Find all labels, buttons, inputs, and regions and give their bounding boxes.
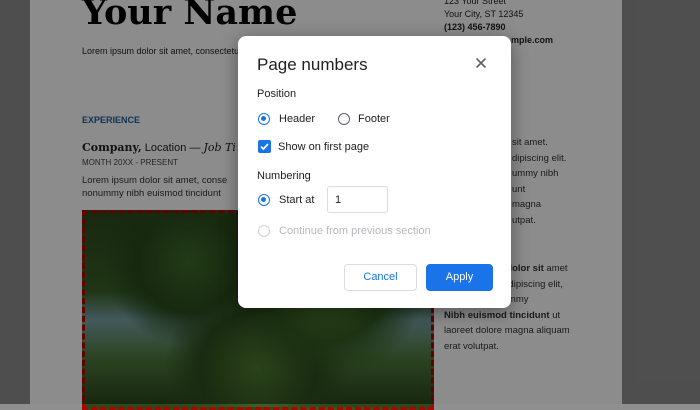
show-first-page-label[interactable]: Show on first page (278, 141, 369, 153)
checkmark-icon (260, 143, 269, 151)
cancel-button[interactable]: Cancel (344, 264, 417, 291)
position-section-label: Position (257, 88, 297, 100)
header-radio-label[interactable]: Header (279, 113, 315, 125)
start-at-label[interactable]: Start at (279, 194, 314, 206)
start-at-radio[interactable] (258, 194, 270, 206)
footer-radio[interactable] (338, 113, 350, 125)
dialog-title: Page numbers (257, 55, 368, 74)
close-icon[interactable] (472, 54, 490, 72)
apply-button[interactable]: Apply (426, 264, 493, 291)
page-numbers-dialog: Page numbers Position Header Footer Show… (238, 36, 511, 308)
show-first-page-checkbox[interactable] (258, 140, 271, 153)
continue-label: Continue from previous section (279, 225, 431, 237)
footer-radio-label[interactable]: Footer (358, 113, 390, 125)
start-at-input[interactable]: 1 (327, 186, 388, 213)
header-radio[interactable] (258, 113, 270, 125)
continue-radio[interactable] (258, 225, 270, 237)
numbering-section-label: Numbering (257, 170, 311, 182)
